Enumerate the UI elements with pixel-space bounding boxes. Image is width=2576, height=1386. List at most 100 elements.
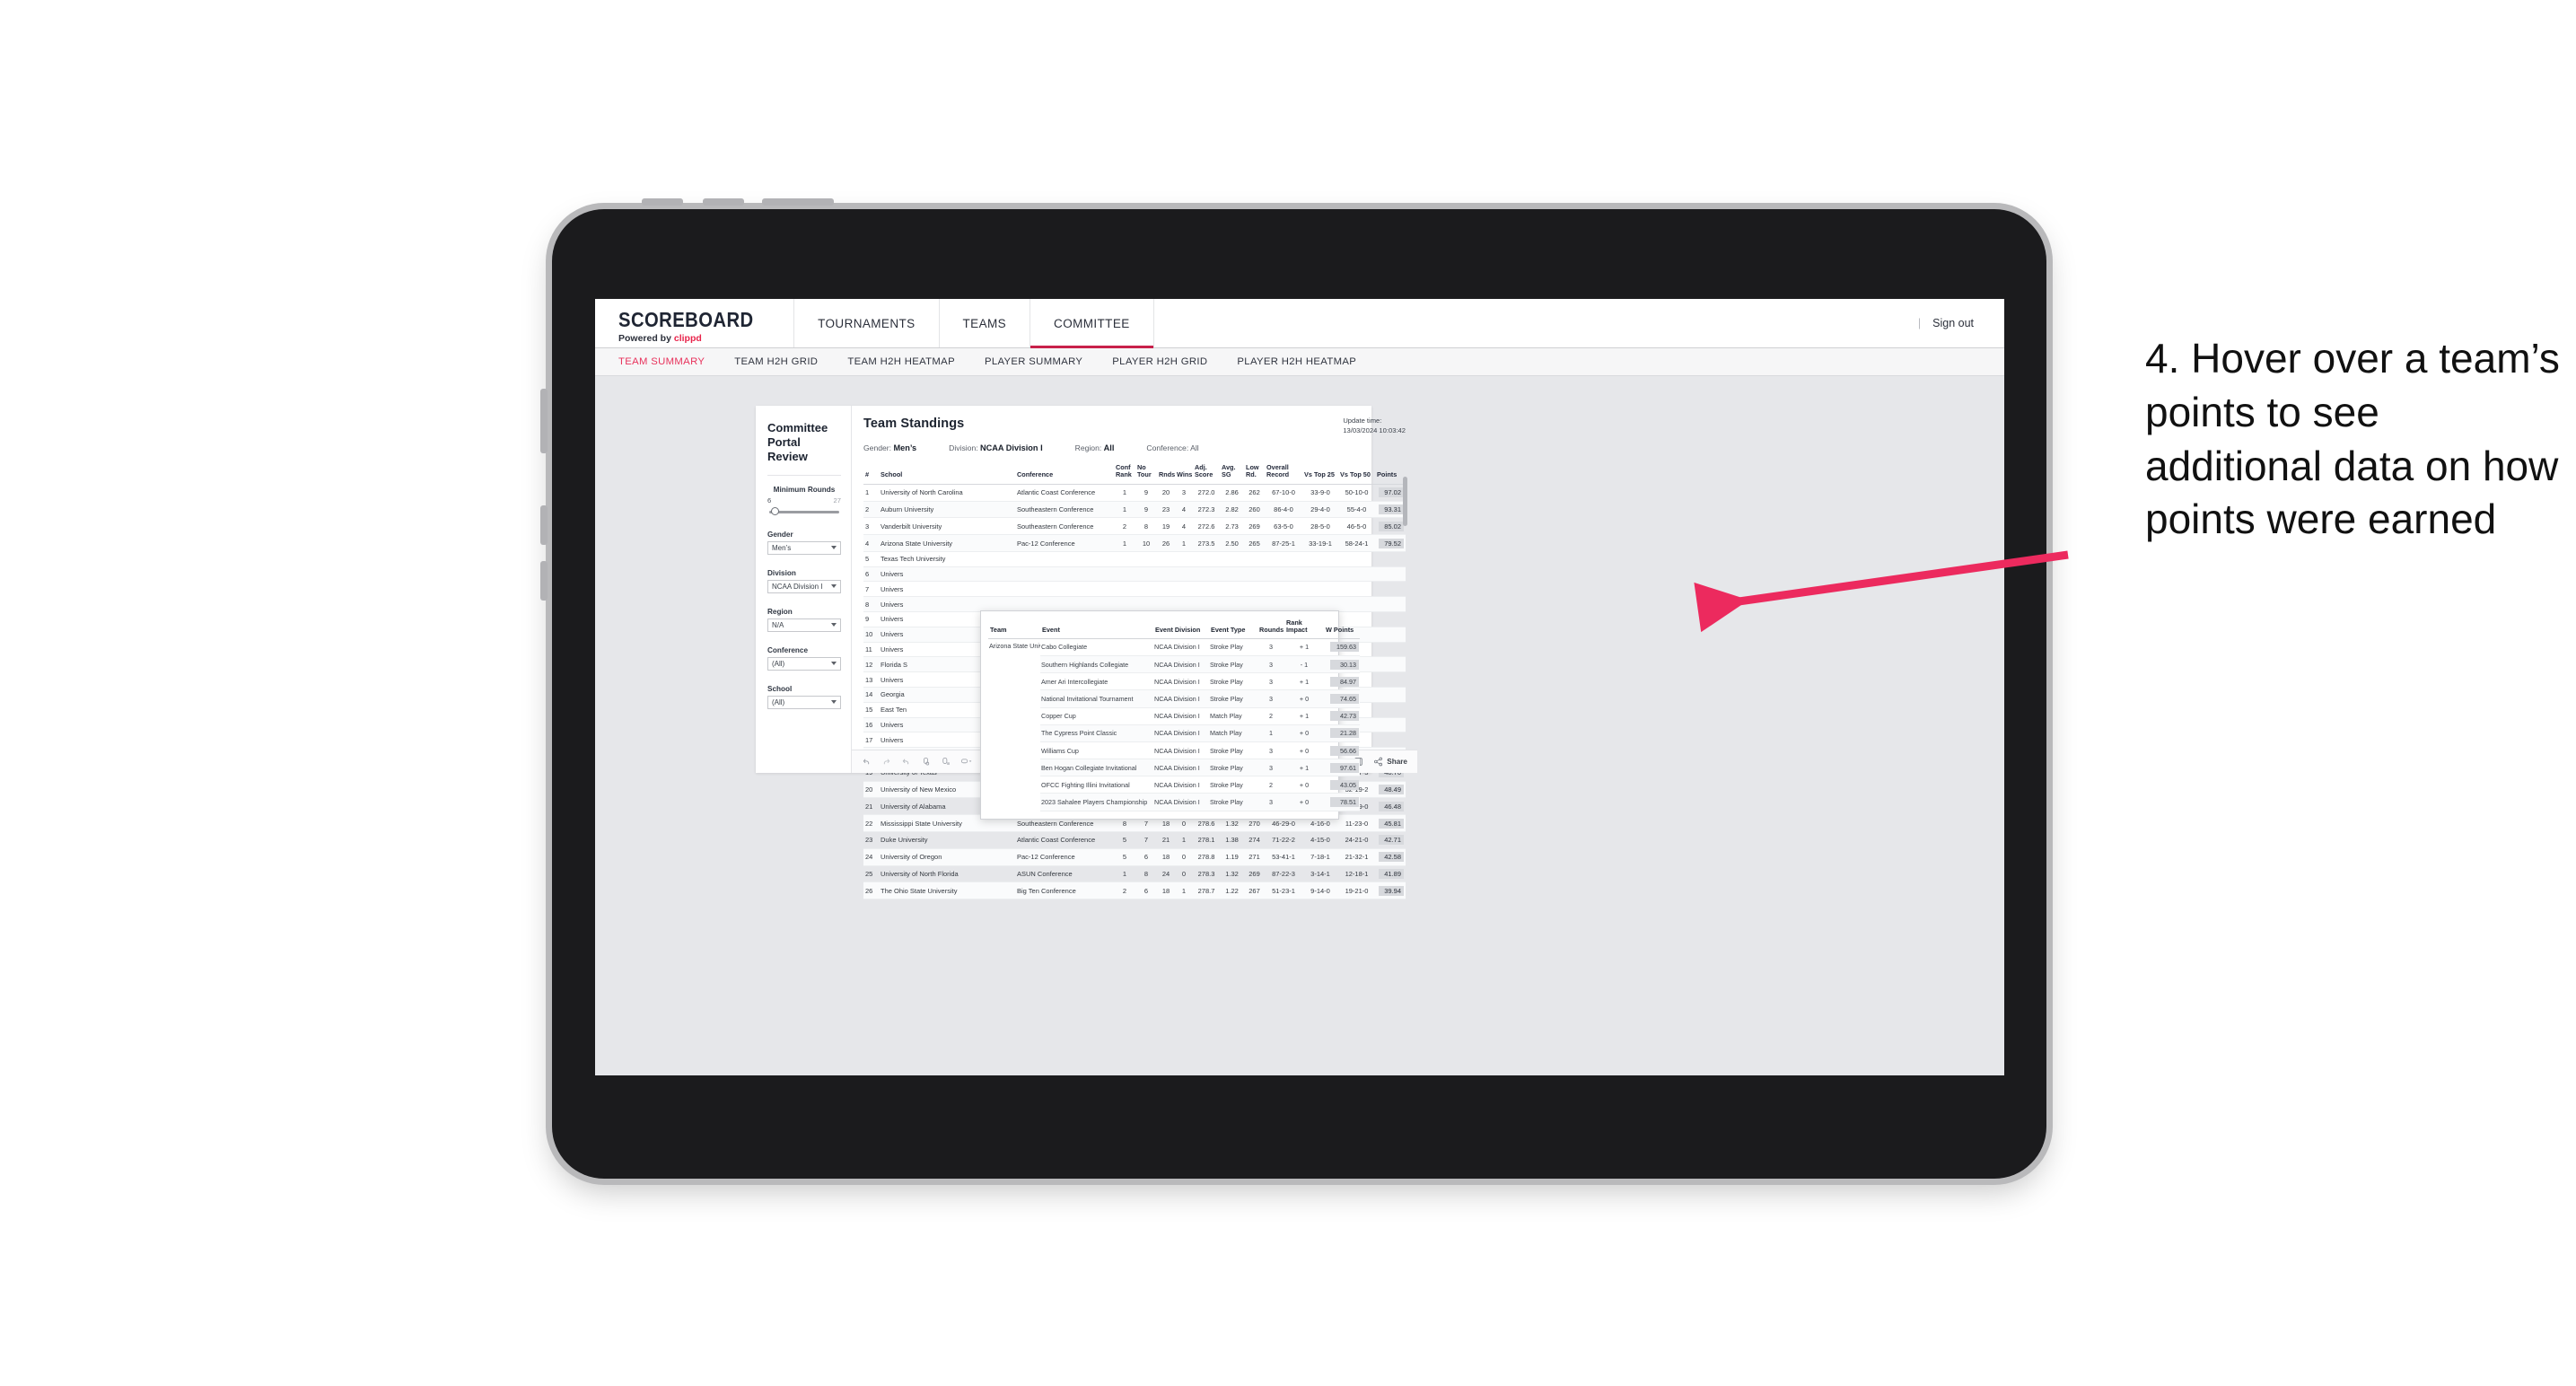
- col-header-rank[interactable]: #: [863, 461, 879, 485]
- minimum-rounds-slider[interactable]: [769, 507, 839, 516]
- brand-logo[interactable]: SCOREBOARD Powered by clippd: [595, 299, 795, 347]
- points-badge[interactable]: 79.52: [1379, 538, 1404, 548]
- pause-updates-icon[interactable]: [941, 757, 951, 767]
- table-row[interactable]: 7 Univers: [863, 581, 1406, 598]
- cell-adj_score: [1193, 566, 1220, 583]
- table-row[interactable]: 2 Auburn University Southeastern Conferenc…: [863, 501, 1406, 519]
- points-badge[interactable]: 97.02: [1379, 487, 1404, 498]
- tooltip-points-badge: 78.51: [1330, 797, 1359, 808]
- tooltip-row: Amer Ari Intercollegiate NCAA Division IS…: [988, 672, 1360, 691]
- col-header-adj_score[interactable]: Adj. Score: [1193, 461, 1220, 485]
- col-header-wins[interactable]: Wins: [1175, 461, 1193, 485]
- cell-low_rd: 274: [1244, 831, 1265, 849]
- tooltip-cell-event: Cabo Collegiate: [1040, 638, 1153, 656]
- table-row[interactable]: 6 Univers: [863, 566, 1406, 583]
- top-navigation-bar: SCOREBOARD Powered by clippd TOURNAMENTS…: [595, 299, 2004, 348]
- cell-vs_top_25: 29-4-0: [1302, 501, 1338, 519]
- tooltip-cell-w_points: 30.13: [1324, 655, 1360, 674]
- cell-vs_top_25: 33-9-0: [1302, 484, 1338, 502]
- tab-team-h2h-heatmap[interactable]: TEAM H2H HEATMAP: [847, 356, 955, 367]
- school-select[interactable]: (All): [767, 695, 841, 709]
- table-scrollbar[interactable]: [1403, 476, 1407, 526]
- cell-vs_top_25: 9-14-0: [1302, 882, 1338, 900]
- refresh-data-icon[interactable]: [921, 757, 931, 767]
- points-badge[interactable]: 46.48: [1379, 801, 1404, 811]
- table-row[interactable]: 5 Texas Tech University: [863, 551, 1406, 567]
- col-header-no_tour[interactable]: No Tour: [1135, 461, 1157, 485]
- points-badge[interactable]: 45.81: [1379, 818, 1404, 829]
- workspace-canvas: Committee Portal Review Minimum Rounds 6…: [595, 376, 2004, 1075]
- viz-header: Team Standings Update time: 13/03/2024 1…: [863, 417, 1406, 436]
- cell-vs_top_50: 21-32-1: [1338, 848, 1375, 866]
- table-row[interactable]: 23 Duke University Atlantic Coast Conferen…: [863, 831, 1406, 849]
- col-header-school[interactable]: School: [879, 461, 1015, 485]
- tooltip-cell-event_type: Stroke Play: [1209, 655, 1257, 674]
- cell-low_rd: [1244, 551, 1265, 567]
- col-header-conference[interactable]: Conference: [1015, 461, 1114, 485]
- cell-points: 93.31: [1375, 501, 1406, 519]
- nav-item-teams[interactable]: TEAMS: [940, 299, 1031, 347]
- cell-conference: [1015, 581, 1114, 598]
- revert-icon[interactable]: [901, 757, 911, 767]
- visualization-container: Committee Portal Review Minimum Rounds 6…: [756, 406, 1417, 900]
- table-row[interactable]: 3 Vanderbilt University Southeastern Confe…: [863, 517, 1406, 536]
- sign-out-link[interactable]: Sign out: [1932, 317, 1974, 329]
- gender-label: Gender: [767, 530, 793, 539]
- col-header-points[interactable]: Points: [1375, 461, 1406, 485]
- col-header-vs_top_50[interactable]: Vs Top 50: [1338, 461, 1375, 485]
- cell-wins: [1175, 581, 1193, 598]
- nav-item-tournaments[interactable]: TOURNAMENTS: [794, 299, 940, 347]
- points-badge[interactable]: 85.02: [1379, 521, 1404, 531]
- tab-team-h2h-grid[interactable]: TEAM H2H GRID: [734, 356, 818, 367]
- table-row[interactable]: 4 Arizona State University Pac-12 Conferen…: [863, 534, 1406, 552]
- table-row[interactable]: 25 University of North Florida ASUN Confer…: [863, 865, 1406, 883]
- share-button[interactable]: Share: [1373, 757, 1407, 767]
- tooltip-header-row: Team Event Event Division Event Type Rounds R…: [988, 616, 1360, 639]
- table-row[interactable]: 24 University of Oregon Pac-12 Conference 5…: [863, 848, 1406, 866]
- cell-conference: [1015, 551, 1114, 567]
- region-select[interactable]: N/A: [767, 618, 841, 632]
- tooltip-cell-event_type: Stroke Play: [1209, 672, 1257, 691]
- cell-overall_record: [1265, 551, 1302, 567]
- cell-vs_top_50: 55-4-0: [1338, 501, 1375, 519]
- conference-select[interactable]: (All): [767, 656, 841, 671]
- points-badge[interactable]: 42.58: [1379, 852, 1404, 863]
- division-value: NCAA Division I: [772, 582, 823, 591]
- points-badge[interactable]: 39.94: [1379, 885, 1404, 896]
- tooltip-cell-rounds: 3: [1257, 638, 1284, 656]
- points-badge[interactable]: 41.89: [1379, 868, 1404, 879]
- undo-icon[interactable]: [862, 757, 872, 767]
- points-badge[interactable]: 93.31: [1379, 504, 1404, 514]
- cell-rank: 21: [863, 797, 879, 816]
- tab-player-h2h-heatmap[interactable]: PLAYER H2H HEATMAP: [1237, 356, 1356, 367]
- points-badge[interactable]: 42.71: [1379, 835, 1404, 846]
- tooltip-cell-team: Arizona State University: [989, 642, 1040, 651]
- nav-item-committee[interactable]: COMMITTEE: [1030, 299, 1154, 348]
- table-row[interactable]: 1 University of North Carolina Atlantic Co…: [863, 484, 1406, 502]
- table-row[interactable]: 26 The Ohio State University Big Ten Confe…: [863, 882, 1406, 900]
- tab-team-summary[interactable]: TEAM SUMMARY: [618, 356, 705, 367]
- cell-avg_sg: [1220, 551, 1244, 567]
- redo-icon[interactable]: [881, 757, 891, 767]
- cell-adj_score: 272.3: [1193, 501, 1220, 519]
- school-filter: School (All): [767, 685, 841, 709]
- tooltip-cell-event_type: Stroke Play: [1209, 759, 1257, 777]
- col-header-avg_sg[interactable]: Avg. SG: [1220, 461, 1244, 485]
- tab-player-h2h-grid[interactable]: PLAYER H2H GRID: [1112, 356, 1207, 367]
- col-header-conf_rank[interactable]: Conf Rank: [1114, 461, 1135, 485]
- col-header-low_rd[interactable]: Low Rd.: [1244, 461, 1265, 485]
- division-select[interactable]: NCAA Division I: [767, 579, 841, 593]
- col-header-vs_top_25[interactable]: Vs Top 25: [1302, 461, 1338, 485]
- slider-min-value: 6: [767, 496, 772, 504]
- tooltip-cell-w_points: 56.66: [1324, 741, 1360, 760]
- points-badge[interactable]: 48.49: [1379, 785, 1404, 795]
- tab-player-summary[interactable]: PLAYER SUMMARY: [985, 356, 1082, 367]
- highlight-icon[interactable]: [960, 757, 972, 767]
- col-header-rnds[interactable]: Rnds: [1157, 461, 1175, 485]
- cell-no_tour: [1135, 551, 1157, 567]
- col-header-overall_record[interactable]: Overall Record: [1265, 461, 1302, 485]
- brand-powered-by: Powered by: [618, 332, 674, 344]
- slider-handle[interactable]: [771, 507, 780, 516]
- instruction-callout-text: 4. Hover over a team’s points to see add…: [2145, 335, 2560, 543]
- gender-select[interactable]: Men’s: [767, 540, 841, 555]
